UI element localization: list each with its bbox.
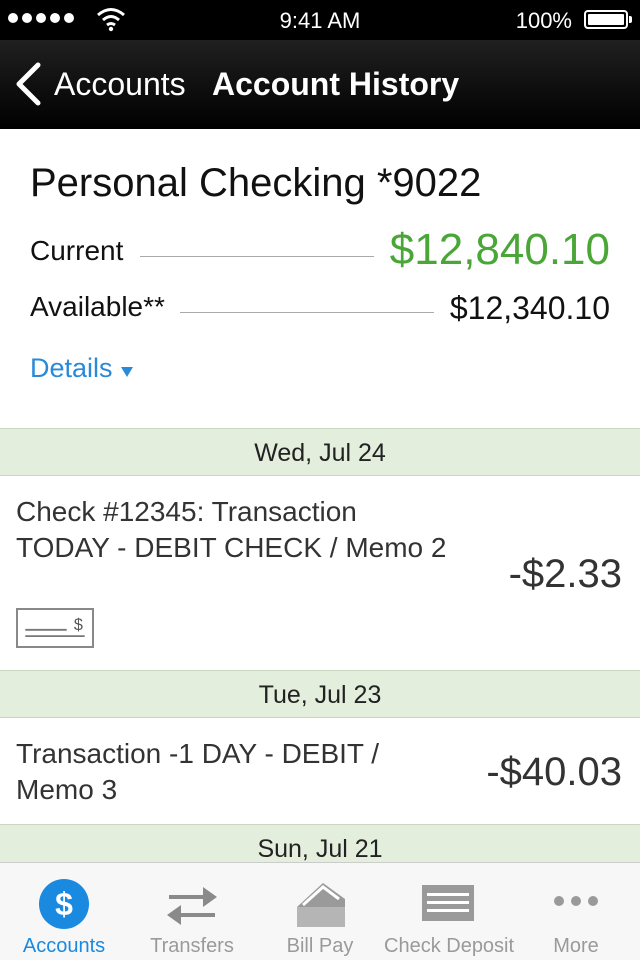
date-header: Wed, Jul 24 [0,428,640,476]
page-title: Account History [212,66,460,102]
tab-label: Check Deposit [384,935,515,957]
battery-percent: 100% [515,8,572,33]
available-label: Available** [30,291,171,323]
back-label: Accounts [54,65,186,102]
tab-label: Accounts [22,935,106,957]
current-balance-row: Current $12,840.10 [30,225,610,275]
navigation-bar: Accounts Account History [0,40,640,129]
tab-label: More [553,935,599,957]
chevron-left-icon [16,62,41,106]
check-image-icon[interactable]: $ [16,608,94,648]
details-label: Details [30,353,113,383]
check-icon [422,885,474,921]
svg-text:$: $ [74,616,83,634]
available-balance-row: Available** $12,340.10 [30,281,610,331]
tab-transfers[interactable]: Transfers [128,863,256,961]
current-balance: $12,840.10 [383,225,610,275]
transaction-description: Check #12345: Transaction TODAY - DEBIT … [16,496,447,563]
details-toggle[interactable]: Details [30,353,133,384]
tab-label: Bill Pay [286,935,354,957]
bill-pay-icon [297,883,345,927]
tab-more[interactable]: More [512,863,640,961]
transaction-row[interactable]: Check #12345: Transaction TODAY - DEBIT … [0,476,640,670]
date-header: Tue, Jul 23 [0,670,640,718]
transaction-amount: -$40.03 [486,750,622,794]
back-button[interactable]: Accounts [12,62,186,106]
transfer-arrows-icon [167,887,217,925]
leader-line [180,312,434,313]
account-name: Personal Checking *9022 [30,161,482,205]
status-bar: 9:41 AM 100% [0,0,640,40]
svg-text:$: $ [55,886,73,922]
account-summary: Personal Checking *9022 Current $12,840.… [0,129,640,427]
transaction-description: Transaction -1 DAY - DEBIT / Memo 3 [16,738,380,805]
tab-bill-pay[interactable]: Bill Pay [256,863,384,961]
dollar-icon: $ [39,879,89,929]
available-balance: $12,340.10 [443,290,610,327]
leader-line [140,256,374,257]
tab-bar: $ Accounts Transfers Bill Pay Check Depo… [0,862,640,960]
caret-down-icon [120,366,133,377]
tab-accounts[interactable]: $ Accounts [0,863,128,961]
battery-icon [584,10,632,29]
current-label: Current [30,235,130,267]
transaction-row[interactable]: Transaction -1 DAY - DEBIT / Memo 3 -$40… [0,718,640,824]
ellipsis-icon [554,896,598,906]
transaction-amount: -$2.33 [508,552,622,596]
tab-label: Transfers [150,935,234,957]
tab-check-deposit[interactable]: Check Deposit [384,863,515,961]
